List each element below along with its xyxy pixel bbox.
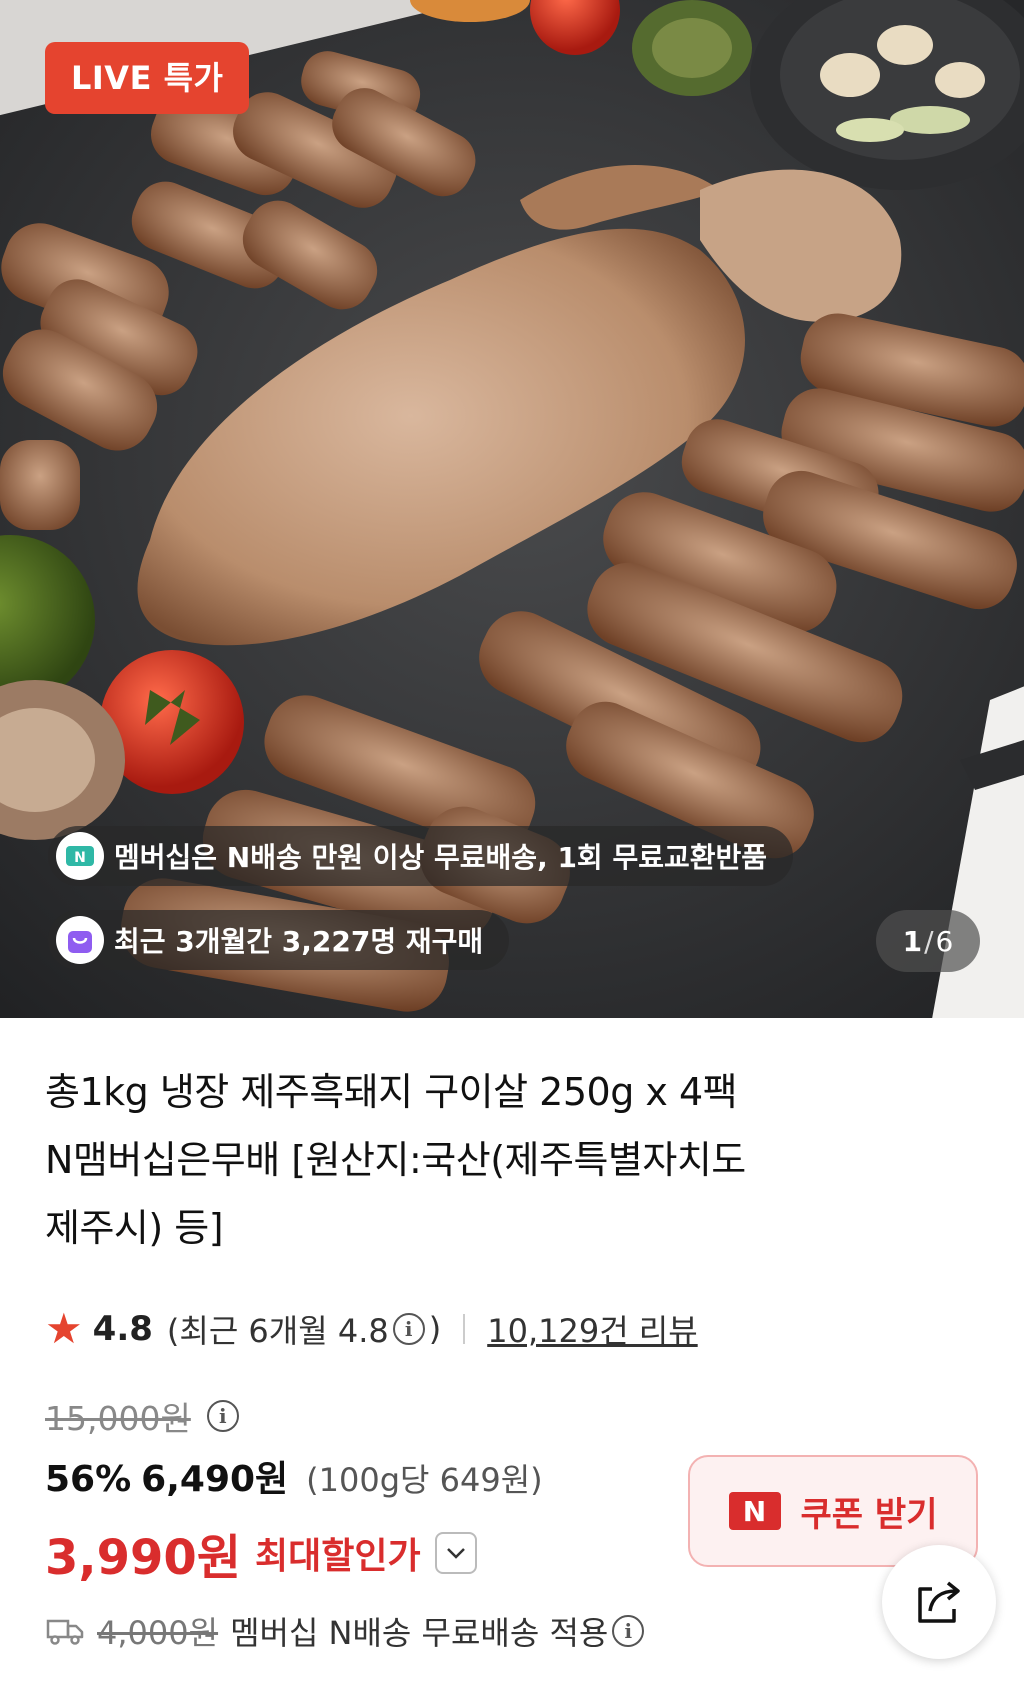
recent-rating-close: ) (428, 1310, 442, 1348)
rating-score: 4.8 (92, 1309, 153, 1349)
n-coupon-icon: N (728, 1492, 781, 1530)
product-title-line: N맴버십은무배 [원산지:국산(제주특별자치도 (45, 1138, 746, 1182)
shipping-row: 4,000원 멤버십 N배송 무료배송 적용 i (45, 1608, 648, 1654)
product-title-line: 총1kg 냉장 제주흑돼지 구이살 250g x 4팩 (45, 1070, 738, 1114)
chevron-down-icon[interactable] (434, 1532, 477, 1574)
info-icon[interactable]: i (612, 1615, 645, 1647)
svg-text:N: N (74, 850, 86, 866)
truck-icon (46, 1619, 84, 1645)
info-icon[interactable]: i (206, 1400, 239, 1432)
unit-price: (100g당 649원) (306, 1461, 543, 1499)
membership-shipping-text: 멤버십은 N배송 만원 이상 무료배송, 1회 무료교환반품 (114, 841, 768, 874)
counter-separator: / (924, 924, 934, 958)
original-price: 15,000원 (45, 1399, 191, 1438)
counter-total: 6 (935, 924, 954, 958)
live-sale-badge: LIVE 특가 (45, 42, 250, 114)
max-discount-row: 3,990원 최대할인가 (45, 1518, 477, 1588)
sale-price-row: 56% 6,490원 (100g당 649원) (45, 1450, 543, 1502)
max-discount-price: 3,990원 (45, 1530, 241, 1586)
review-count-link[interactable]: 10,129건 리뷰 (487, 1306, 697, 1352)
product-title-line: 제주시) 등] (45, 1206, 224, 1250)
star-icon: ★ (45, 1304, 83, 1353)
n-delivery-icon: N (56, 832, 104, 880)
sale-price: 6,490원 (141, 1459, 289, 1500)
repurchase-notice[interactable]: 최근 3개월간 3,227명 재구매 (48, 910, 510, 970)
membership-shipping-notice[interactable]: N 멤버십은 N배송 만원 이상 무료배송, 1회 무료교환반품 (48, 826, 794, 886)
original-shipping-fee: 4,000원 (97, 1614, 219, 1652)
product-title: 총1kg 냉장 제주흑돼지 구이살 250g x 4팩 N맴버십은무배 [원산지… (45, 1058, 985, 1262)
repurchase-text: 최근 3개월간 3,227명 재구매 (114, 925, 484, 958)
original-price-row: 15,000원 i (45, 1392, 243, 1440)
rating-row: ★ 4.8 (최근 6개월 4.8 i ) 10,129건 리뷰 (45, 1305, 698, 1353)
shipping-text: 멤버십 N배송 무료배송 적용 (230, 1614, 609, 1652)
shopping-bag-icon (56, 916, 104, 964)
max-discount-label: 최대할인가 (255, 1536, 421, 1577)
get-coupon-label: 쿠폰 받기 (800, 1494, 938, 1535)
share-icon (918, 1581, 960, 1623)
counter-current: 1 (902, 924, 923, 958)
share-button[interactable] (882, 1545, 996, 1659)
info-icon[interactable]: i (392, 1313, 425, 1345)
recent-rating-text: (최근 6개월 4.8 (166, 1312, 389, 1350)
divider (463, 1314, 466, 1344)
image-counter: 1 / 6 (876, 910, 980, 972)
product-image-carousel[interactable]: LIVE 특가 N 멤버십은 N배송 만원 이상 무료배송, 1회 무료교환반품… (0, 0, 1024, 1018)
discount-rate: 56% (45, 1459, 132, 1500)
